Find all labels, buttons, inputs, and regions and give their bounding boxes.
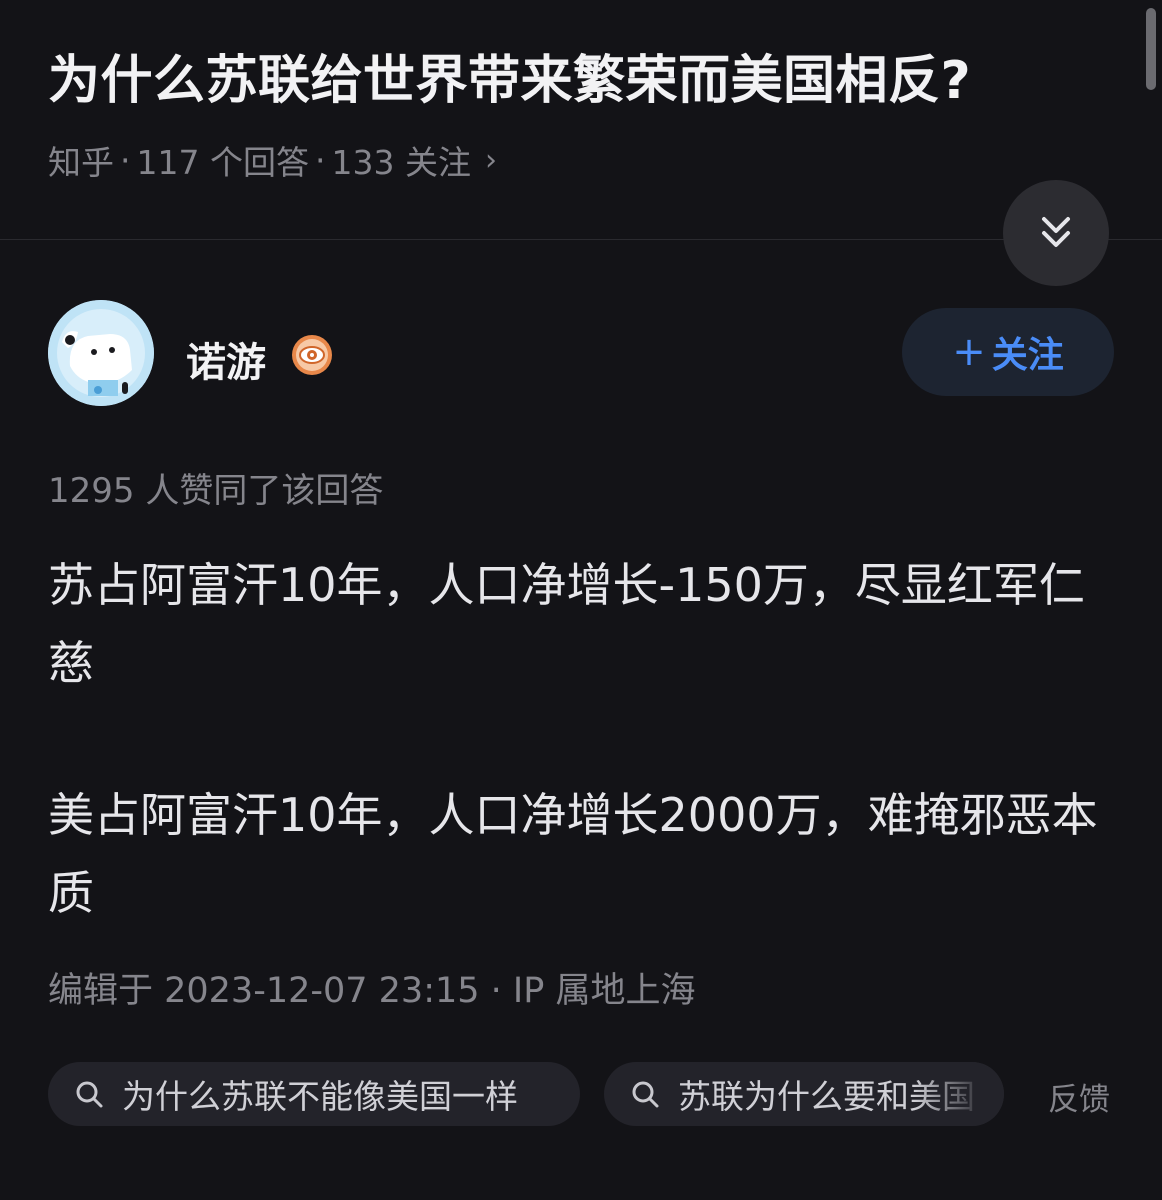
author-name[interactable]: 诺游 xyxy=(186,330,266,388)
related-searches: 为什么苏联不能像美国一样 苏联为什么要和美国 反馈 xyxy=(48,1062,1118,1126)
eye-badge-icon xyxy=(292,335,332,375)
avatar[interactable] xyxy=(48,300,154,406)
follow-label: 关注 xyxy=(991,335,1064,376)
answer-paragraph: 美占阿富汗10年，人口净增长2000万，难掩邪恶本质 xyxy=(48,788,1098,920)
meta-separator: · xyxy=(314,140,326,180)
scrollbar[interactable] xyxy=(1146,8,1156,90)
search-icon xyxy=(76,1081,103,1108)
answer-body: 苏占阿富汗10年，人口净增长-150万，尽显红军仁慈 美占阿富汗10年，人口净增… xyxy=(48,546,1108,932)
answer-paragraph: 苏占阿富汗10年，人口净增长-150万，尽显红军仁慈 xyxy=(48,558,1085,690)
source-label: 知乎 xyxy=(48,143,114,182)
search-icon xyxy=(632,1081,659,1108)
plus-icon: + xyxy=(952,329,986,375)
question-title[interactable]: 为什么苏联给世界带来繁荣而美国相反? xyxy=(48,38,1128,113)
related-search-label: 苏联为什么要和美国 xyxy=(678,1077,975,1116)
avatar-image xyxy=(48,300,154,406)
related-search-chip[interactable]: 为什么苏联不能像美国一样 xyxy=(48,1062,580,1126)
follow-button[interactable]: + 关注 xyxy=(902,308,1114,396)
meta-separator: · xyxy=(120,140,131,180)
feedback-link[interactable]: 反馈 xyxy=(1048,1074,1110,1119)
question-meta[interactable]: 知乎 · 117 个回答 · 133 关注 › xyxy=(48,136,497,184)
follower-count: 133 关注 xyxy=(331,143,471,182)
double-chevron-down-icon xyxy=(1042,217,1070,247)
answer-page: 为什么苏联给世界带来繁荣而美国相反? 知乎 · 117 个回答 · 133 关注… xyxy=(0,0,1162,1200)
author-row: 诺游 + 关注 xyxy=(48,300,1118,408)
collapse-button[interactable] xyxy=(1003,180,1109,286)
edit-info: 编辑于 2023-12-07 23:15 · IP 属地上海 xyxy=(48,971,696,1011)
vote-count[interactable]: 1295 人赞同了该回答 xyxy=(48,463,383,512)
related-search-label: 为什么苏联不能像美国一样 xyxy=(122,1077,518,1116)
divider xyxy=(0,239,1162,240)
answer-count: 117 个回答 xyxy=(136,143,309,182)
related-search-chip[interactable]: 苏联为什么要和美国 xyxy=(604,1062,1004,1126)
chevron-right-icon: › xyxy=(484,142,497,178)
